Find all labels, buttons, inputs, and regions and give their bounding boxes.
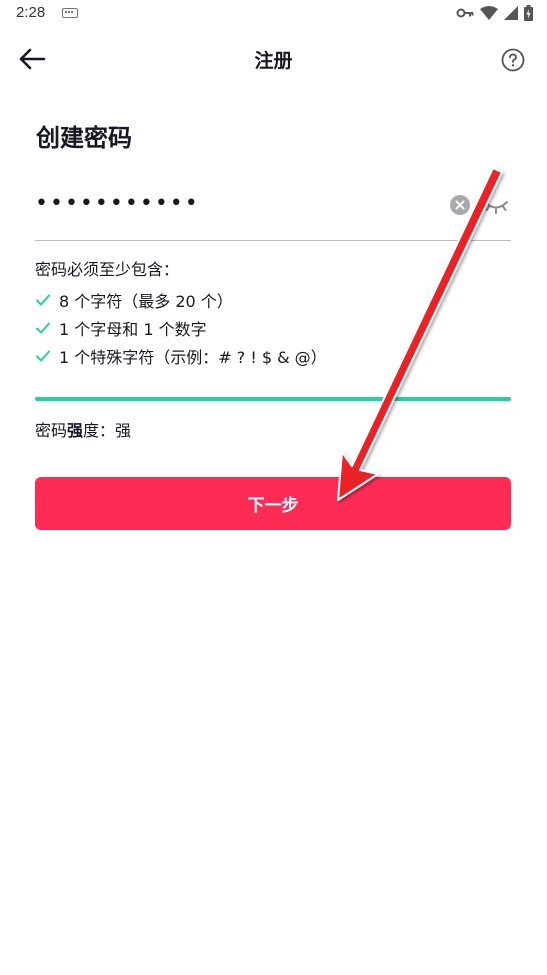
battery-icon	[524, 5, 533, 21]
requirement-text: 1 个字母和 1 个数字	[59, 320, 207, 339]
requirement-text: 1 个特殊字符（示例：# ? ! $ & @）	[59, 348, 327, 367]
requirements-title: 密码必须至少包含：	[35, 260, 180, 279]
section-heading: 创建密码	[36, 124, 132, 152]
keyboard-icon	[62, 8, 78, 18]
requirement-text: 8 个字符（最多 20 个）	[59, 292, 233, 311]
password-field-wrapper	[35, 176, 511, 241]
signal-icon	[504, 6, 518, 20]
header: 注册	[0, 28, 547, 90]
status-bar: 2:28	[0, 0, 547, 28]
check-icon	[36, 350, 50, 362]
requirement-item: 8 个字符（最多 20 个）	[35, 286, 327, 314]
strength-label-suffix: 度：	[83, 421, 116, 440]
strength-label-prefix: 密码	[35, 421, 68, 440]
eye-closed-icon[interactable]	[483, 195, 509, 215]
password-input[interactable]	[35, 188, 435, 218]
strength-label: 密码强度：强	[35, 417, 131, 441]
wifi-icon	[480, 6, 498, 20]
clear-x-icon[interactable]	[450, 195, 470, 215]
strength-label-bold: 强	[67, 421, 84, 440]
status-icons	[456, 5, 533, 21]
requirement-item: 1 个字母和 1 个数字	[35, 314, 327, 342]
check-icon	[36, 322, 50, 334]
help-icon[interactable]	[501, 48, 525, 72]
strength-meter	[35, 397, 511, 401]
page-title: 注册	[254, 50, 293, 72]
vpn-key-icon	[456, 8, 474, 18]
requirements-list: 8 个字符（最多 20 个） 1 个字母和 1 个数字 1 个特殊字符（示例：#…	[35, 286, 327, 370]
next-button[interactable]: 下一步	[35, 477, 511, 530]
requirement-item: 1 个特殊字符（示例：# ? ! $ & @）	[35, 342, 327, 370]
strength-value: 强	[115, 421, 132, 440]
status-time: 2:28	[16, 4, 46, 21]
check-icon	[36, 294, 50, 306]
